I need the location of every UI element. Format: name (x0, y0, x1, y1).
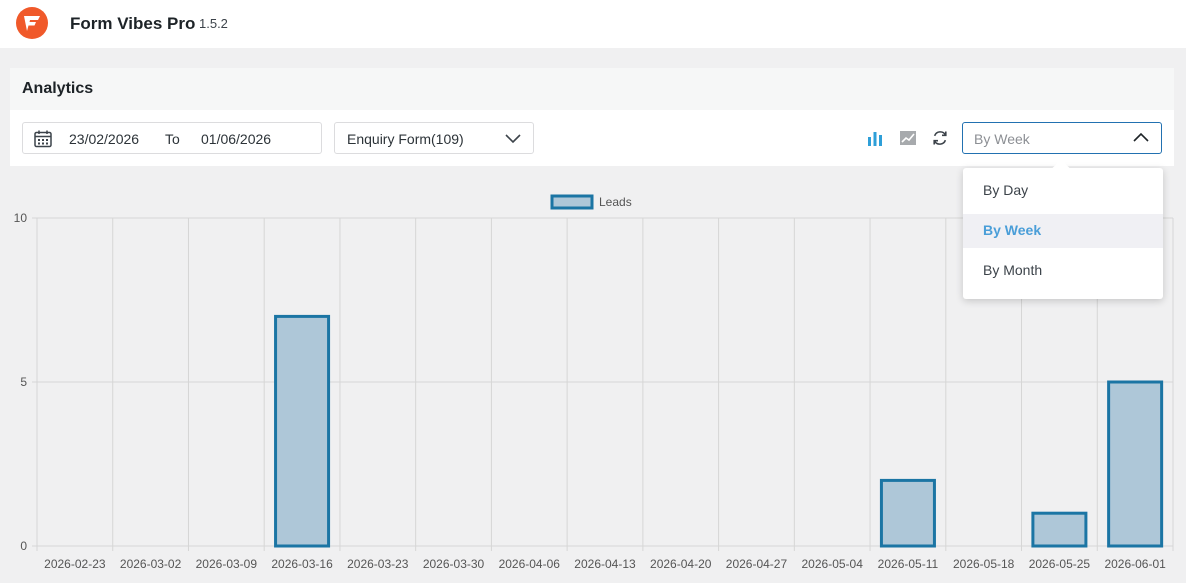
y-tick-label: 5 (20, 375, 27, 389)
date-to[interactable]: 01/06/2026 (201, 131, 271, 147)
app-title: Form Vibes Pro (70, 14, 196, 33)
x-tick-label: 2026-04-20 (650, 557, 712, 571)
x-tick-label: 2026-04-06 (499, 557, 561, 571)
form-select[interactable]: Enquiry Form(109) (334, 122, 534, 154)
x-tick-label: 2026-03-23 (347, 557, 409, 571)
period-select-value: By Week (974, 131, 1030, 147)
bar-2026-05-11 (879, 478, 936, 548)
y-tick-label: 10 (14, 211, 28, 225)
bar-2026-05-25 (1031, 511, 1088, 548)
app-version: 1.5.2 (199, 16, 228, 31)
x-tick-label: 2026-05-04 (802, 557, 864, 571)
x-tick-label: 2026-02-23 (44, 557, 106, 571)
calendar-icon (33, 129, 53, 154)
bar-2026-06-01 (1107, 380, 1164, 548)
x-tick-label: 2026-04-27 (726, 557, 788, 571)
analytics-toolbar: 23/02/2026 To 01/06/2026 Enquiry Form(10… (10, 110, 1174, 166)
period-option-by-day[interactable]: By Day (963, 174, 1163, 208)
date-range-picker[interactable]: 23/02/2026 To 01/06/2026 (22, 122, 322, 154)
bar-chart-icon[interactable] (866, 129, 884, 147)
x-tick-label: 2026-04-13 (574, 557, 636, 571)
x-tick-label: 2026-03-09 (196, 557, 258, 571)
period-select[interactable]: By Week (962, 122, 1162, 154)
y-tick-label: 0 (20, 539, 27, 553)
period-option-by-month[interactable]: By Month (963, 254, 1163, 288)
x-tick-label: 2026-03-16 (271, 557, 333, 571)
legend-label-leads: Leads (599, 195, 632, 209)
x-tick-label: 2026-05-25 (1029, 557, 1091, 571)
line-chart-icon[interactable] (899, 129, 917, 147)
period-dropdown-menu: By Day By Week By Month (963, 159, 1163, 299)
x-tick-label: 2026-06-01 (1104, 557, 1166, 571)
analytics-header: Analytics (10, 68, 1174, 110)
refresh-icon[interactable] (931, 129, 949, 147)
bar-2026-03-16 (274, 314, 331, 548)
x-tick-label: 2026-05-11 (878, 557, 939, 571)
chevron-up-icon (1133, 131, 1149, 150)
date-from[interactable]: 23/02/2026 (69, 131, 139, 147)
form-select-value: Enquiry Form(109) (347, 131, 464, 147)
form-vibes-logo (16, 7, 48, 39)
legend-swatch-leads (550, 194, 594, 210)
page-title: Analytics (22, 80, 94, 97)
chevron-down-icon (505, 131, 521, 150)
period-option-by-week[interactable]: By Week (963, 214, 1163, 248)
x-tick-label: 2026-03-30 (423, 557, 485, 571)
date-to-label: To (165, 131, 180, 147)
x-tick-label: 2026-03-02 (120, 557, 182, 571)
x-tick-label: 2026-05-18 (953, 557, 1015, 571)
top-bar: Form Vibes Pro 1.5.2 (0, 0, 1186, 48)
